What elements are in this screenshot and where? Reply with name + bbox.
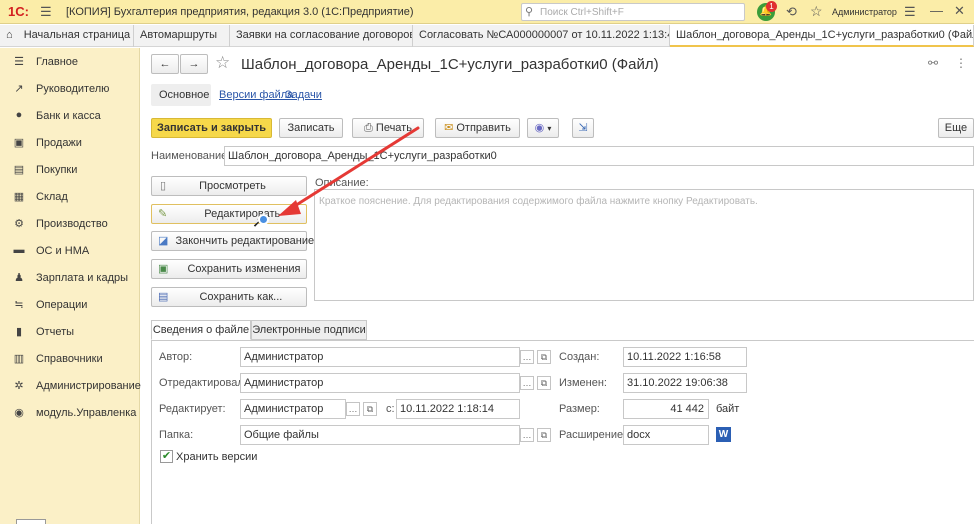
tab-divider: [151, 340, 974, 341]
author-field[interactable]: Администратор: [240, 347, 520, 367]
since-label: с:: [386, 403, 395, 415]
panel-border: [151, 341, 152, 524]
modified-label: Изменен:: [559, 377, 607, 389]
edited-by-field[interactable]: Администратор: [240, 373, 520, 393]
created-field[interactable]: 10.11.2022 1:16:58: [623, 347, 747, 367]
folder-label: Папка:: [159, 429, 194, 441]
since-field[interactable]: 10.11.2022 1:18:14: [396, 399, 520, 419]
editing-field[interactable]: Администратор: [240, 399, 346, 419]
author-label: Автор:: [159, 351, 193, 363]
tab-e-signatures[interactable]: Электронные подписи: [251, 320, 367, 340]
author-open-icon[interactable]: ⧉: [537, 350, 551, 364]
keep-versions-label: Хранить версии: [176, 451, 258, 463]
editing-select-button[interactable]: …: [346, 402, 360, 416]
size-unit: байт: [716, 403, 740, 415]
extension-field[interactable]: docx: [623, 425, 709, 445]
size-field[interactable]: 41 442: [623, 399, 709, 419]
editing-label: Редактирует:: [159, 403, 226, 415]
extension-label: Расширение:: [559, 429, 627, 441]
folder-open-icon[interactable]: ⧉: [537, 428, 551, 442]
keep-versions-checkbox[interactable]: ✔: [160, 450, 173, 463]
annotation-arrow: [278, 126, 420, 216]
folder-select-button[interactable]: …: [520, 428, 534, 442]
editing-open-icon[interactable]: ⧉: [363, 402, 377, 416]
size-label: Размер:: [559, 403, 600, 415]
busy-indicator-icon: [258, 214, 269, 225]
folder-field[interactable]: Общие файлы: [240, 425, 520, 445]
author-select-button[interactable]: …: [520, 350, 534, 364]
edited-by-open-icon[interactable]: ⧉: [537, 376, 551, 390]
tab-file-info[interactable]: Сведения о файле: [151, 320, 251, 340]
edited-by-select-button[interactable]: …: [520, 376, 534, 390]
edited-by-label: Отредактировал:: [159, 377, 247, 389]
created-label: Создан:: [559, 351, 600, 363]
word-file-icon: W: [716, 427, 731, 442]
bottom-panel-handle[interactable]: [16, 519, 46, 524]
modified-field[interactable]: 31.10.2022 19:06:38: [623, 373, 747, 393]
